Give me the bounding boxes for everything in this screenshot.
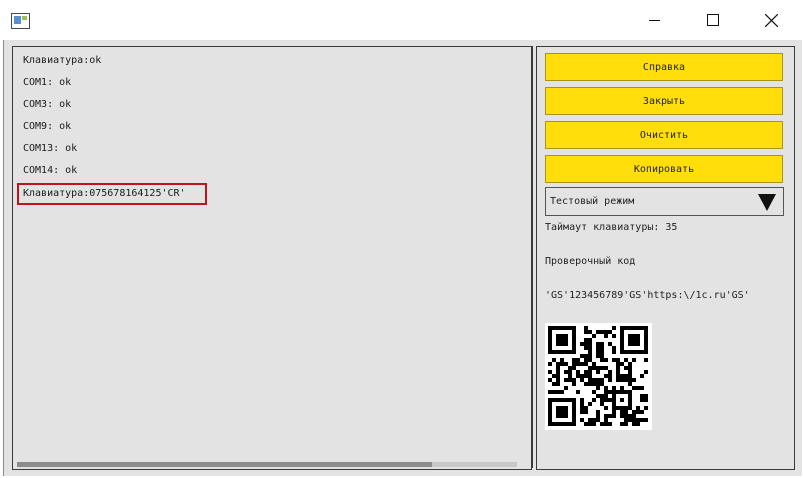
scrollbar-thumb[interactable]	[17, 462, 432, 467]
log-line: COM14: ok	[23, 165, 78, 176]
panel-divider	[532, 46, 533, 468]
dropdown-arrow-icon[interactable]	[758, 194, 776, 211]
control-panel: Справка Закрыть Очистить Копировать Тест…	[536, 46, 795, 470]
maximize-icon[interactable]	[684, 0, 742, 40]
log-panel[interactable]: Клавиатура:ok COM1: ok COM3: ok COM9: ok…	[12, 46, 532, 470]
help-button[interactable]: Справка	[545, 53, 783, 81]
log-line: COM9: ok	[23, 121, 72, 132]
app-window-icon	[11, 13, 30, 29]
copy-button[interactable]: Копировать	[545, 155, 783, 183]
title-bar	[0, 0, 803, 40]
keyboard-timeout-label: Таймаут клавиатуры: 35	[545, 222, 678, 233]
qr-code-image	[545, 323, 652, 430]
mode-select[interactable]: Тестовый режим	[545, 187, 784, 216]
close-button[interactable]: Закрыть	[545, 87, 783, 115]
log-line: Клавиатура:ok	[23, 55, 102, 66]
minimize-icon[interactable]	[626, 0, 684, 40]
horizontal-scrollbar[interactable]	[17, 462, 517, 467]
log-line: COM13: ok	[23, 143, 78, 154]
log-line: COM3: ok	[23, 99, 72, 110]
verification-code-value: 'GS'123456789'GS'https:\/1c.ru'GS'	[545, 290, 750, 301]
close-icon[interactable]	[743, 0, 801, 40]
log-line: COM1: ok	[23, 77, 72, 88]
verification-code-label: Проверочный код	[545, 256, 636, 267]
clear-button[interactable]: Очистить	[545, 121, 783, 149]
log-line: Клавиатура:075678164125'CR'	[23, 188, 186, 199]
mode-select-value: Тестовый режим	[550, 196, 635, 207]
